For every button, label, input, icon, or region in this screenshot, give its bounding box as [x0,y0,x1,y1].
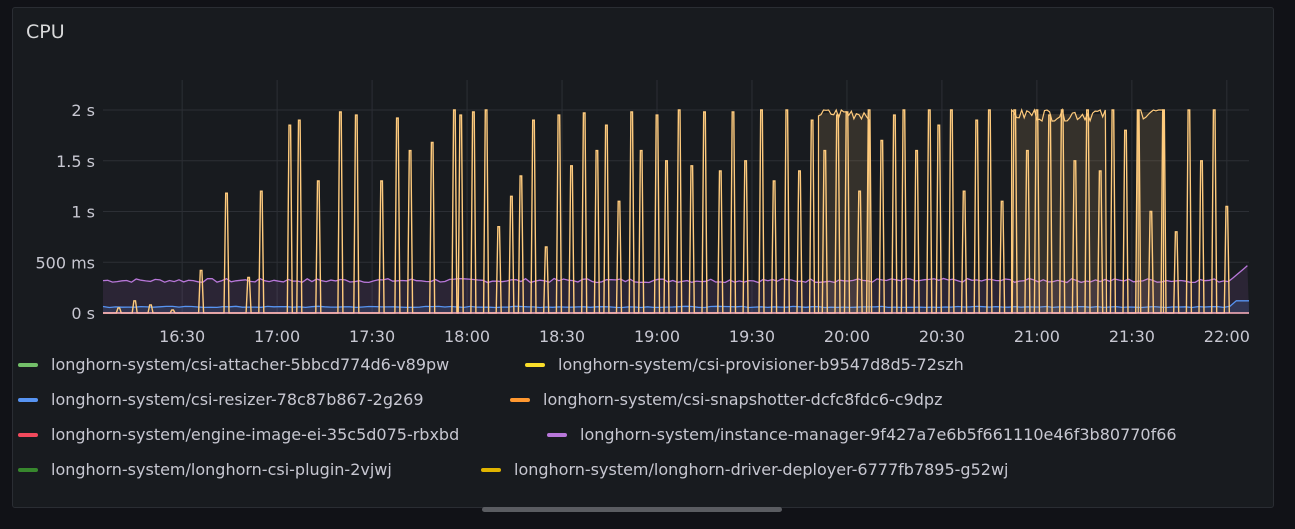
legend-item[interactable]: longhorn-system/csi-resizer-78c87b867-2g… [18,390,424,409]
provisioner-plateau-fill [1138,112,1164,313]
legend-swatch [547,432,567,437]
legend-swatch [510,397,530,402]
x-tick-label: 22:00 [1204,327,1250,346]
legend-label: longhorn-system/instance-manager-9f427a7… [580,425,1177,444]
legend-swatch [18,467,38,472]
x-tick-label: 16:30 [159,327,205,346]
legend-label: longhorn-system/engine-image-ei-35c5d075… [51,425,460,444]
y-tick-label: 2 s [71,101,95,120]
y-tick-label: 0 s [71,304,95,323]
x-tick-label: 21:00 [1014,327,1060,346]
legend-label: longhorn-system/csi-resizer-78c87b867-2g… [51,390,424,409]
horizontal-scrollbar[interactable] [482,507,782,512]
legend-item[interactable]: longhorn-system/instance-manager-9f427a7… [547,425,1177,444]
y-tick-label: 1 s [71,203,95,222]
x-tick-label: 19:30 [729,327,775,346]
legend-label: longhorn-system/csi-provisioner-b9547d8d… [558,355,964,374]
legend-item[interactable]: longhorn-system/csi-attacher-5bbcd774d6-… [18,355,449,374]
legend-item[interactable]: longhorn-system/csi-snapshotter-dcfc8fdc… [510,390,942,409]
x-tick-label: 17:30 [349,327,395,346]
legend-item[interactable]: longhorn-system/engine-image-ei-35c5d075… [18,425,459,444]
y-tick-label: 500 ms [35,253,95,272]
x-tick-label: 19:00 [634,327,680,346]
x-tick-label: 18:30 [539,327,585,346]
legend-swatch [525,362,545,367]
cpu-chart: 2 s 1.5 s 1 s 500 ms 0 s 16:30 17:00 17:30 18:00… [35,80,1250,346]
legend-label: longhorn-system/longhorn-driver-deployer… [514,460,1009,479]
legend-label: longhorn-system/longhorn-csi-plugin-2vjw… [51,460,392,479]
legend-item[interactable]: longhorn-system/longhorn-driver-deployer… [481,460,1008,479]
legend-label: longhorn-system/csi-attacher-5bbcd774d6-… [51,355,450,374]
legend-item[interactable]: longhorn-system/longhorn-csi-plugin-2vjw… [18,460,392,479]
x-tick-label: 21:30 [1109,327,1155,346]
x-tick-label: 17:00 [254,327,300,346]
legend-swatch [18,397,38,402]
legend-label: longhorn-system/csi-snapshotter-dcfc8fdc… [543,390,943,409]
legend-item[interactable]: longhorn-system/csi-provisioner-b9547d8d… [525,355,964,374]
legend-swatch [18,362,38,367]
legend-swatch [18,432,38,437]
y-tick-label: 1.5 s [56,152,95,171]
x-tick-label: 18:00 [444,327,490,346]
legend-swatch [481,467,501,472]
x-tick-label: 20:30 [919,327,965,346]
x-tick-label: 20:00 [824,327,870,346]
